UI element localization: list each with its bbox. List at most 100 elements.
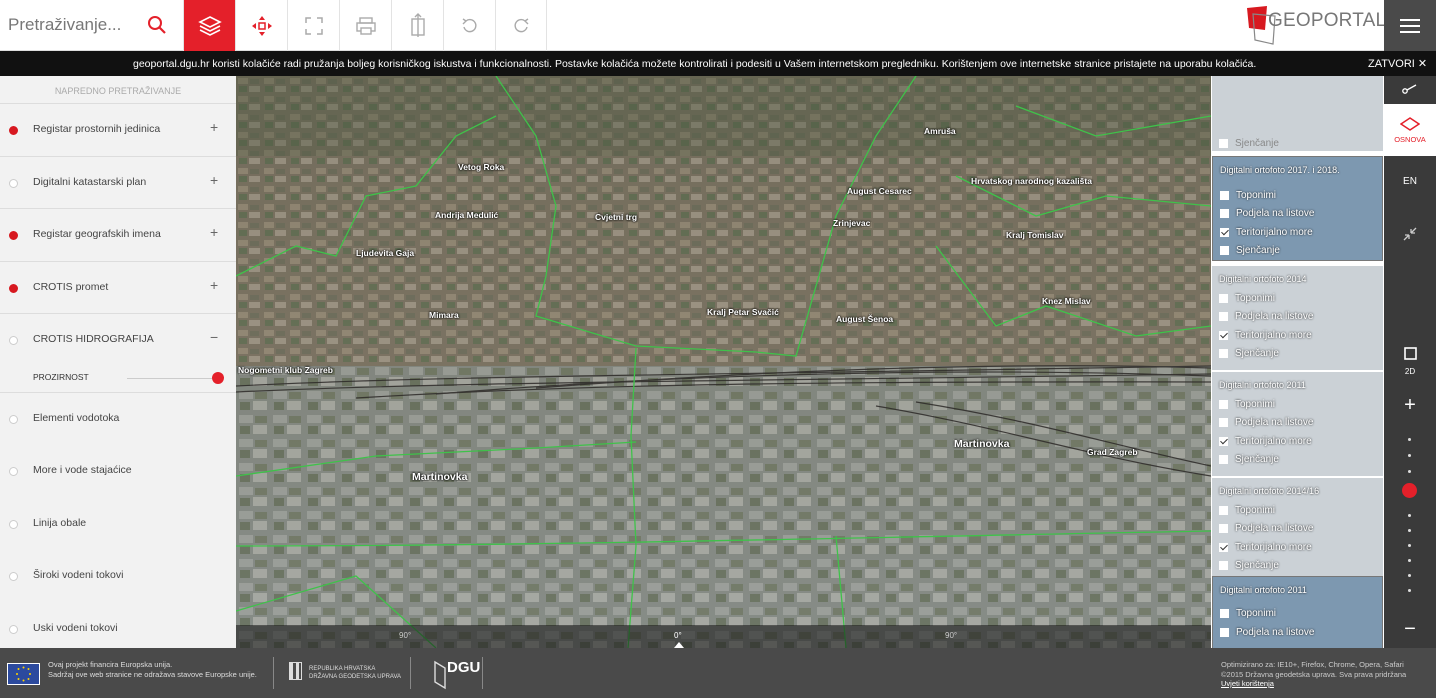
layer-item-crotis-promet[interactable]: CROTIS promet + bbox=[0, 262, 236, 314]
zoom-out-button[interactable]: − bbox=[1384, 618, 1436, 640]
sublayer-toggle-dot[interactable] bbox=[9, 572, 18, 581]
collapse-view-button[interactable] bbox=[1384, 224, 1436, 244]
checkbox-checked[interactable] bbox=[1219, 543, 1228, 552]
view-mode-toggle[interactable]: 2D bbox=[1384, 365, 1436, 377]
sublayer-item-uski-vodeni-tokovi[interactable]: Uski vodeni tokovi bbox=[0, 603, 236, 649]
zoom-tick[interactable] bbox=[1408, 544, 1411, 547]
zoom-tick[interactable] bbox=[1408, 559, 1411, 562]
checkbox[interactable] bbox=[1219, 561, 1228, 570]
basemap-card[interactable]: Digitalni ortofoto 2011 Toponimi Podjela… bbox=[1212, 576, 1383, 648]
search-input[interactable] bbox=[8, 12, 138, 38]
checkbox[interactable] bbox=[1219, 349, 1228, 358]
basemap-option[interactable]: Sjenčanje bbox=[1219, 454, 1279, 465]
basemap-option[interactable]: Sjenčanje bbox=[1220, 245, 1280, 256]
checkbox[interactable] bbox=[1219, 455, 1228, 464]
checkbox[interactable] bbox=[1219, 506, 1228, 515]
basemap-option[interactable]: Podjela na listove bbox=[1219, 417, 1313, 428]
expand-icon[interactable]: + bbox=[210, 119, 218, 135]
basemap-option[interactable]: Podjela na listove bbox=[1219, 311, 1313, 322]
sublayer-toggle-dot[interactable] bbox=[9, 414, 18, 424]
move-button[interactable] bbox=[235, 0, 287, 51]
sublayer-item-linija-obale[interactable]: Linija obale bbox=[0, 498, 236, 551]
basemap-option[interactable]: Sjenčanje bbox=[1219, 348, 1279, 359]
basemap-option[interactable]: Podjela na listove bbox=[1219, 523, 1313, 534]
opacity-slider-handle[interactable] bbox=[212, 371, 224, 384]
basemap-option[interactable]: Toponimi bbox=[1219, 505, 1275, 516]
share-button[interactable] bbox=[1384, 76, 1436, 101]
basemap-osnova-button[interactable]: OSNOVA bbox=[1384, 104, 1436, 156]
basemap-card[interactable]: Digitalni ortofoto 2011 Toponimi Podjela… bbox=[1212, 372, 1383, 476]
sublayer-toggle-dot[interactable] bbox=[9, 519, 18, 529]
sublayer-item-elementi-vodotoka[interactable]: Elementi vodotoka bbox=[0, 393, 236, 446]
checkbox[interactable] bbox=[1220, 246, 1229, 255]
layer-toggle-dot[interactable] bbox=[9, 126, 18, 135]
basemap-option[interactable]: Podjela na listove bbox=[1220, 208, 1314, 219]
expand-icon[interactable]: + bbox=[210, 277, 218, 293]
layer-item-digitalni-katastarski-plan[interactable]: Digitalni katastarski plan + bbox=[0, 157, 236, 209]
checkbox[interactable] bbox=[1219, 312, 1228, 321]
basemap-card[interactable]: Digitalni ortofoto 2014/16 Toponimi Podj… bbox=[1212, 478, 1383, 582]
collapse-icon[interactable]: − bbox=[210, 329, 218, 345]
basemap-card-top[interactable]: Sjenčanje bbox=[1212, 76, 1383, 151]
fullscreen-button[interactable] bbox=[287, 0, 339, 51]
export-button[interactable] bbox=[391, 0, 443, 51]
sublayer-item-more-i-vode-stajacice[interactable]: More i vode stajaćice bbox=[0, 445, 236, 498]
redo-button[interactable] bbox=[495, 0, 547, 51]
zoom-in-button[interactable]: + bbox=[1384, 394, 1436, 416]
checkbox[interactable] bbox=[1219, 294, 1228, 303]
zoom-tick[interactable] bbox=[1408, 454, 1411, 457]
basemap-option[interactable]: Teritorijalno more bbox=[1219, 436, 1312, 447]
basemap-card[interactable]: Digitalni ortofoto 2014 Toponimi Podjela… bbox=[1212, 266, 1383, 370]
print-button[interactable] bbox=[339, 0, 391, 51]
layer-item-registar-prostornih-jedinica[interactable]: Registar prostornih jedinica + bbox=[0, 104, 236, 157]
zoom-tick[interactable] bbox=[1408, 514, 1411, 517]
basemap-option[interactable]: Sjenčanje bbox=[1219, 138, 1279, 149]
dgu-logo-text[interactable]: DGU bbox=[447, 659, 480, 676]
3d-cube-button[interactable] bbox=[1384, 344, 1436, 362]
sublayer-toggle-dot[interactable] bbox=[9, 467, 18, 476]
terms-link[interactable]: Uvjeti korištenja bbox=[1221, 679, 1274, 688]
zoom-tick[interactable] bbox=[1408, 438, 1411, 441]
checkbox[interactable] bbox=[1219, 400, 1228, 409]
map-view[interactable]: Vetog Roka Amruša August Cesarec Hrvatsk… bbox=[236, 76, 1211, 648]
layer-item-registar-geografskih-imena[interactable]: Registar geografskih imena + bbox=[0, 209, 236, 262]
checkbox[interactable] bbox=[1219, 524, 1228, 533]
zoom-tick[interactable] bbox=[1408, 574, 1411, 577]
expand-icon[interactable]: + bbox=[210, 224, 218, 240]
basemap-option[interactable]: Toponimi bbox=[1220, 190, 1276, 201]
zoom-tick[interactable] bbox=[1408, 589, 1411, 592]
basemap-option[interactable]: Teritorijalno more bbox=[1220, 227, 1313, 238]
basemap-card[interactable]: Digitalni ortofoto 2017. i 2018. Toponim… bbox=[1212, 156, 1383, 261]
layer-toggle-dot[interactable] bbox=[9, 178, 18, 188]
layer-toggle-dot[interactable] bbox=[9, 336, 18, 345]
compass-strip[interactable]: 90° 0° 90° bbox=[236, 625, 1211, 648]
checkbox[interactable] bbox=[1220, 191, 1229, 200]
zoom-tick[interactable] bbox=[1408, 529, 1411, 532]
cookie-close-button[interactable]: ZATVORI ✕ bbox=[1368, 57, 1427, 70]
layer-toggle-dot[interactable] bbox=[9, 283, 18, 293]
basemap-option[interactable]: Toponimi bbox=[1220, 608, 1276, 619]
zoom-slider-handle[interactable] bbox=[1402, 483, 1417, 498]
basemap-option[interactable]: Teritorijalno more bbox=[1219, 542, 1312, 553]
zoom-tick[interactable] bbox=[1408, 470, 1411, 473]
layer-toggle-dot[interactable] bbox=[9, 231, 18, 240]
checkbox[interactable] bbox=[1220, 609, 1229, 618]
checkbox-checked[interactable] bbox=[1219, 437, 1228, 446]
search-icon[interactable] bbox=[147, 15, 167, 35]
advanced-search-link[interactable]: NAPREDNO PRETRAŽIVANJE bbox=[0, 76, 236, 104]
basemap-option[interactable]: Toponimi bbox=[1219, 399, 1275, 410]
basemap-option[interactable]: Podjela na listove bbox=[1220, 627, 1314, 638]
basemap-option[interactable]: Sjenčanje bbox=[1219, 560, 1279, 571]
basemap-option[interactable]: Toponimi bbox=[1219, 293, 1275, 304]
expand-icon[interactable]: + bbox=[210, 172, 218, 188]
layers-button[interactable] bbox=[183, 0, 235, 51]
language-button[interactable]: EN bbox=[1384, 171, 1436, 191]
sublayer-item-siroki-vodeni-tokovi[interactable]: Široki vodeni tokovi bbox=[0, 550, 236, 603]
basemap-option[interactable]: Teritorijalno more bbox=[1219, 330, 1312, 341]
checkbox[interactable] bbox=[1219, 139, 1228, 148]
checkbox-checked[interactable] bbox=[1219, 331, 1228, 340]
opacity-slider-track[interactable] bbox=[127, 377, 219, 379]
sublayer-toggle-dot[interactable] bbox=[9, 624, 18, 634]
undo-button[interactable] bbox=[443, 0, 495, 51]
checkbox[interactable] bbox=[1220, 209, 1229, 218]
